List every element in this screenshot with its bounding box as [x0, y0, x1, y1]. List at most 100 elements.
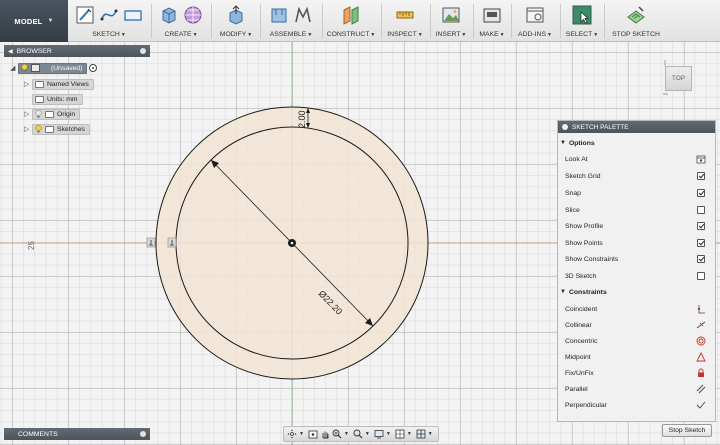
chevron-down-icon[interactable]: ▼	[428, 431, 433, 437]
toolbar-group-construct[interactable]: CONSTRUCT▼	[323, 0, 379, 42]
measure-icon[interactable]	[395, 5, 415, 25]
pan-hand-icon[interactable]	[320, 429, 330, 439]
browser-item-named-views[interactable]: ▷ Named Views	[24, 78, 94, 90]
horizontal-constraint-icon[interactable]	[146, 237, 156, 248]
viewports-icon[interactable]	[416, 429, 426, 439]
browser-item-sketches[interactable]: ▷ Sketches	[24, 123, 90, 135]
concentric-icon[interactable]	[696, 336, 706, 346]
visibility-bulb-icon[interactable]	[35, 125, 42, 133]
zoom-window-icon[interactable]	[353, 429, 363, 439]
view-cube-face[interactable]: TOP	[665, 66, 692, 91]
workspace-switcher[interactable]: MODEL ▼	[0, 0, 68, 42]
palette-options-icon[interactable]	[562, 124, 568, 130]
toolbar-group-modify[interactable]: MODIFY▼	[214, 0, 258, 42]
perpendicular-icon[interactable]	[696, 400, 706, 410]
3d-print-icon[interactable]	[482, 5, 502, 25]
toolbar-stop-sketch[interactable]: STOP SKETCH	[606, 0, 666, 42]
toolbar-group-addins[interactable]: ADD-INS▼	[513, 0, 557, 42]
spline-icon[interactable]	[99, 5, 119, 25]
scripts-icon[interactable]	[525, 5, 545, 25]
pin-icon[interactable]	[140, 48, 146, 54]
toolbar-group-select[interactable]: SELECT▼	[562, 0, 602, 42]
option-sketch-grid[interactable]: Sketch Grid	[565, 169, 709, 183]
select-icon[interactable]	[572, 5, 592, 25]
expand-right-icon[interactable]: ▷	[24, 125, 32, 133]
named-views-chip[interactable]: Named Views	[32, 78, 94, 90]
palette-header[interactable]: SKETCH PALETTE	[558, 121, 715, 133]
sketch-grid-checkbox[interactable]	[697, 172, 705, 180]
look-at-icon[interactable]	[696, 154, 706, 164]
constraint-fix-unfix[interactable]: Fix/UnFix	[565, 366, 709, 380]
activate-radio-icon[interactable]	[89, 64, 98, 72]
chevron-down-icon[interactable]: ▼	[344, 431, 349, 437]
chevron-down-icon[interactable]: ▼	[386, 431, 391, 437]
browser-root[interactable]: ◢ (Unsaved)	[10, 62, 98, 74]
offset-dimension-text[interactable]: 2.00	[297, 110, 307, 128]
constraint-midpoint[interactable]: Midpoint	[565, 350, 709, 364]
toolbar-group-create[interactable]: CREATE▼	[154, 0, 208, 42]
expand-right-icon[interactable]: ▷	[24, 110, 32, 118]
collapse-down-icon[interactable]: ▼	[560, 140, 566, 146]
option-look-at[interactable]: Look At	[565, 152, 709, 166]
browser-item-units[interactable]: Units: mm	[32, 93, 83, 105]
constraint-parallel[interactable]: Parallel	[565, 382, 709, 396]
collinear-icon[interactable]	[696, 320, 706, 330]
new-component-icon[interactable]	[269, 5, 289, 25]
collapse-down-icon[interactable]: ▼	[560, 289, 566, 295]
origin-chip[interactable]: Origin	[32, 108, 81, 120]
box-icon[interactable]	[159, 5, 179, 25]
offset-plane-icon[interactable]	[341, 5, 361, 25]
root-component-chip[interactable]: (Unsaved)	[18, 62, 88, 74]
browser-header[interactable]: ◀ BROWSER	[4, 45, 150, 57]
horizontal-constraint-icon[interactable]	[167, 237, 177, 248]
zoom-icon[interactable]	[332, 429, 342, 439]
options-section-header[interactable]: ▼ Options	[560, 137, 595, 149]
visibility-bulb-icon[interactable]	[35, 110, 42, 118]
view-cube[interactable]: TOP	[663, 60, 693, 95]
create-sketch-icon[interactable]	[75, 5, 95, 25]
expand-right-icon[interactable]: ▷	[24, 80, 32, 88]
chevron-down-icon[interactable]: ▼	[365, 431, 370, 437]
grid-settings-icon[interactable]	[395, 429, 405, 439]
option-3d-sketch[interactable]: 3D Sketch	[565, 269, 709, 283]
constraints-section-header[interactable]: ▼ Constraints	[560, 286, 607, 298]
stop-sketch-button[interactable]: Stop Sketch	[662, 424, 712, 437]
chevron-down-icon[interactable]: ▼	[407, 431, 412, 437]
rectangle-icon[interactable]	[123, 5, 143, 25]
parallel-icon[interactable]	[696, 384, 706, 394]
option-slice[interactable]: Slice	[565, 203, 709, 217]
toolbar-group-inspect[interactable]: INSPECT▼	[384, 0, 426, 42]
3d-sketch-checkbox[interactable]	[697, 272, 705, 280]
joint-icon[interactable]	[293, 5, 313, 25]
show-constraints-checkbox[interactable]	[697, 255, 705, 263]
browser-item-origin[interactable]: ▷ Origin	[24, 108, 81, 120]
midpoint-icon[interactable]	[696, 352, 706, 362]
toolbar-group-insert[interactable]: INSERT▼	[432, 0, 470, 42]
visibility-bulb-icon[interactable]	[21, 64, 28, 72]
constraint-concentric[interactable]: Concentric	[565, 334, 709, 348]
form-icon[interactable]	[183, 5, 203, 25]
constraint-perpendicular[interactable]: Perpendicular	[565, 398, 709, 412]
lock-icon[interactable]	[696, 368, 706, 378]
constraint-coincident[interactable]: Coincident	[565, 302, 709, 316]
chevron-down-icon[interactable]: ▼	[299, 431, 304, 437]
collapse-arrow-icon[interactable]: ◀	[8, 48, 13, 55]
stop-sketch-icon[interactable]	[626, 5, 646, 25]
option-show-constraints[interactable]: Show Constraints	[565, 252, 709, 266]
press-pull-icon[interactable]	[226, 5, 246, 25]
snap-checkbox[interactable]	[697, 189, 705, 197]
comments-panel[interactable]: COMMENTS	[4, 428, 150, 440]
pin-icon[interactable]	[140, 431, 146, 437]
units-chip[interactable]: Units: mm	[32, 93, 83, 105]
look-at-icon[interactable]	[308, 429, 318, 439]
option-snap[interactable]: Snap	[565, 186, 709, 200]
constraint-collinear[interactable]: Collinear	[565, 318, 709, 332]
toolbar-group-assemble[interactable]: ASSEMBLE▼	[262, 0, 320, 42]
slice-checkbox[interactable]	[697, 206, 705, 214]
insert-image-icon[interactable]	[441, 5, 461, 25]
display-settings-icon[interactable]	[374, 429, 384, 439]
toolbar-group-make[interactable]: MAKE▼	[475, 0, 509, 42]
show-profile-checkbox[interactable]	[697, 222, 705, 230]
option-show-profile[interactable]: Show Profile	[565, 219, 709, 233]
coincident-icon[interactable]	[696, 304, 706, 314]
